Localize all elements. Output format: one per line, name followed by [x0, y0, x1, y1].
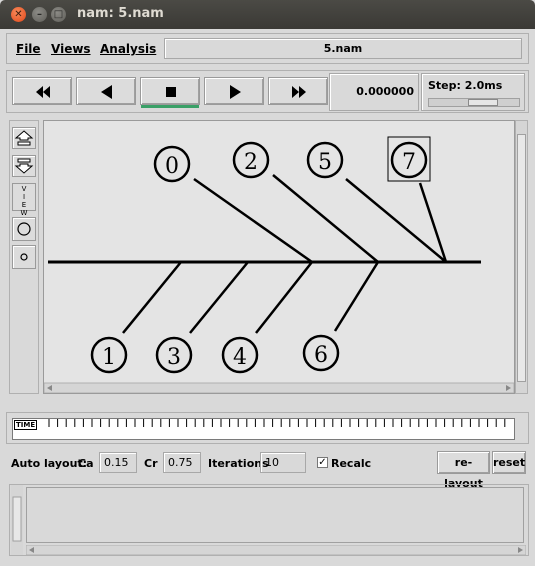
zoom-in-button[interactable]	[12, 127, 36, 149]
vscroll-thumb[interactable]	[517, 134, 526, 382]
close-window-icon[interactable]: ✕	[11, 7, 26, 22]
menu-bar: File Views Analysis 5.nam	[6, 33, 529, 64]
stop-button[interactable]	[140, 77, 200, 108]
zoom-out-icon	[14, 158, 34, 174]
timeline-slider[interactable]: TIME	[12, 418, 515, 440]
cr-label: Cr	[144, 457, 158, 470]
topology-svg: 0 2 5 7 1 3 4 6	[43, 136, 515, 394]
minimize-window-icon[interactable]: –	[32, 7, 47, 22]
node-3[interactable]: 3	[155, 336, 193, 374]
svg-text:6: 6	[314, 343, 328, 368]
cr-input[interactable]: 0.75	[163, 452, 201, 473]
canvas-vscrollbar[interactable]	[515, 120, 528, 394]
annotation-hscrollbar[interactable]	[26, 545, 526, 555]
ca-label: Ca	[78, 457, 94, 470]
node-0[interactable]: 0	[153, 145, 191, 183]
time-tag[interactable]: TIME	[14, 420, 38, 430]
link-6	[333, 261, 380, 332]
zoom-out-button[interactable]	[12, 155, 36, 177]
view-button[interactable]: V I E W	[12, 183, 36, 217]
network-canvas[interactable]: 0 2 5 7 1 3 4 6	[43, 120, 515, 394]
ca-input[interactable]: 0.15	[99, 452, 137, 473]
node-6[interactable]: 6	[302, 334, 340, 372]
fast-backward-icon	[36, 86, 50, 98]
link-1	[122, 261, 182, 334]
relayout-button[interactable]: re-layout	[437, 451, 490, 490]
menu-analysis[interactable]: Analysis	[100, 42, 156, 56]
timeline-ticks	[48, 419, 506, 427]
play-backward-button[interactable]	[76, 77, 136, 105]
fast-forward-icon	[292, 86, 306, 98]
svg-text:7: 7	[402, 150, 416, 175]
maximize-window-icon[interactable]: □	[51, 7, 66, 22]
stop-icon	[166, 87, 176, 97]
recalc-label: Recalc	[331, 457, 372, 470]
svg-text:3: 3	[167, 345, 181, 370]
zoom-in-icon	[14, 130, 34, 146]
svg-text:1: 1	[102, 345, 116, 370]
step-label: Step: 2.0ms	[428, 79, 503, 92]
svg-text:0: 0	[165, 154, 179, 179]
timeline-panel: TIME	[6, 412, 529, 444]
iterations-input[interactable]: 10	[260, 452, 306, 473]
annotation-vscrollbar[interactable]	[11, 485, 23, 555]
reset-button[interactable]: reset	[492, 451, 526, 474]
rewind-button[interactable]	[12, 77, 72, 105]
play-backward-icon	[101, 85, 112, 99]
node-2[interactable]: 2	[232, 141, 270, 179]
svg-text:2: 2	[244, 150, 258, 175]
annotation-panel	[9, 484, 529, 556]
svg-text:5: 5	[318, 150, 332, 175]
left-toolbar: V I E W	[9, 120, 39, 394]
step-panel: Step: 2.0ms	[421, 73, 525, 111]
filename-display: 5.nam	[164, 38, 522, 59]
link-4	[255, 261, 313, 334]
menu-views[interactable]: Views	[51, 42, 91, 56]
step-slider[interactable]	[428, 98, 520, 107]
node-size-large-button[interactable]	[12, 217, 36, 241]
link-5	[345, 178, 447, 263]
menu-file[interactable]: File	[16, 42, 41, 56]
view-letter: E	[21, 201, 27, 209]
svg-text:4: 4	[233, 345, 247, 370]
annotation-list[interactable]	[26, 487, 524, 543]
play-forward-icon	[230, 85, 241, 99]
window-title: nam: 5.nam	[77, 6, 164, 21]
auto-layout-row: Auto layout: Ca 0.15 Cr 0.75 Iterations …	[6, 451, 529, 490]
step-slider-thumb[interactable]	[468, 99, 498, 106]
fast-forward-button[interactable]	[268, 77, 328, 105]
stop-active-indicator	[141, 105, 199, 108]
play-forward-button[interactable]	[204, 77, 264, 105]
view-letter: V	[21, 185, 27, 193]
recalc-checkbox[interactable]: ✓	[317, 457, 328, 468]
auto-layout-label: Auto layout:	[11, 457, 88, 470]
view-letter: I	[22, 193, 26, 201]
title-bar: ✕ – □ nam: 5.nam	[0, 0, 535, 29]
node-size-small-button[interactable]	[12, 245, 36, 269]
link-3	[189, 261, 249, 334]
playback-toolbar: 0.000000 Step: 2.0ms	[6, 70, 529, 113]
view-letter: W	[20, 209, 28, 217]
circle-large-icon	[17, 222, 31, 236]
time-display: 0.000000	[329, 73, 419, 111]
link-2	[272, 174, 379, 263]
node-4[interactable]: 4	[221, 336, 259, 374]
canvas-hscrollbar[interactable]	[43, 382, 515, 394]
node-5[interactable]: 5	[306, 141, 344, 179]
circle-small-icon	[20, 253, 28, 261]
node-1[interactable]: 1	[90, 336, 128, 374]
node-7[interactable]: 7	[387, 136, 431, 182]
